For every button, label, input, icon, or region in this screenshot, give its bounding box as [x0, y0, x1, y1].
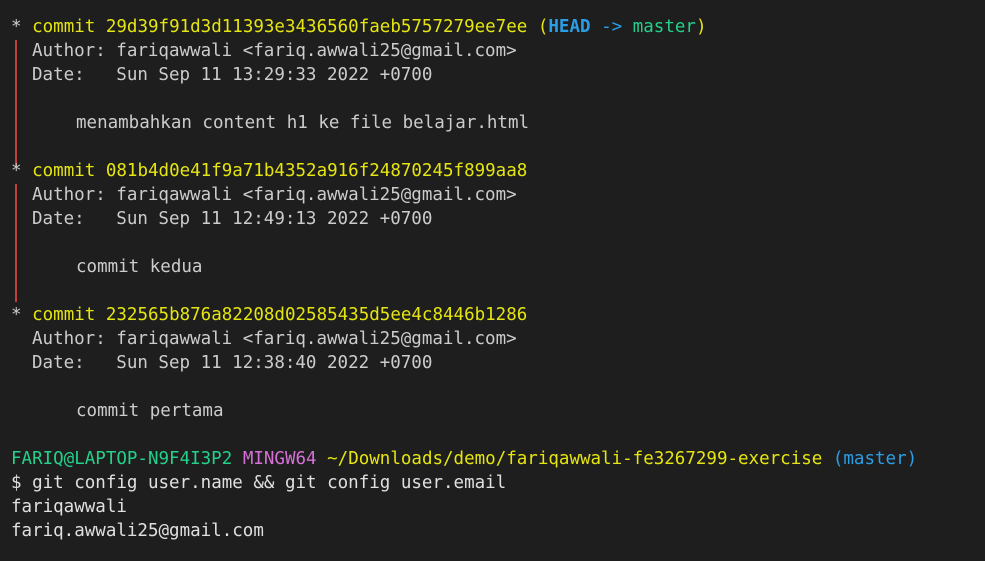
- commit-message: commit kedua: [76, 257, 203, 277]
- commit-author-line: Author: fariqawwali <fariq.awwali25@gmai…: [32, 41, 517, 61]
- commit-hash: 081b4d0e41f9a71b4352a916f24870245f899aa8: [105, 161, 528, 181]
- prompt-path: ~/Downloads/demo/fariqawwali-fe3267299-e…: [327, 449, 823, 469]
- commit-message: menambahkan content h1 ke file belajar.h…: [76, 113, 530, 133]
- commit-keyword: commit: [32, 305, 96, 325]
- branch-ref: master: [632, 17, 696, 37]
- head-ref: HEAD: [548, 17, 591, 37]
- commit-author-line: Author: fariqawwali <fariq.awwali25@gmai…: [32, 329, 517, 349]
- commit-author-line: Author: fariqawwali <fariq.awwali25@gmai…: [32, 185, 517, 205]
- ref-open-paren: (: [537, 17, 549, 37]
- command-line[interactable]: $ git config user.name && git config use…: [11, 471, 506, 495]
- commit-hash: 232565b876a82208d02585435d5ee4c8446b1286: [105, 305, 528, 325]
- graph-star: *: [11, 161, 22, 181]
- shell-prompt: FARIQ@LAPTOP-N9F4I3P2 MINGW64 ~/Download…: [11, 447, 917, 471]
- commit-header-line: * commit 29d39f91d3d11393e3436560faeb575…: [11, 15, 706, 39]
- commit-header-line: * commit 081b4d0e41f9a71b4352a916f248702…: [11, 159, 527, 183]
- command-output-line: fariqawwali: [11, 497, 127, 517]
- prompt-env: MINGW64: [242, 449, 317, 469]
- commit-date-line: Date: Sun Sep 11 12:49:13 2022 +0700: [32, 209, 433, 229]
- commit-date-line: Date: Sun Sep 11 13:29:33 2022 +0700: [32, 65, 433, 85]
- commit-keyword: commit: [32, 17, 96, 37]
- commit-header-line: * commit 232565b876a82208d02585435d5ee4c…: [11, 303, 527, 327]
- commit-keyword: commit: [32, 161, 96, 181]
- commit-message: commit pertama: [76, 401, 224, 421]
- command-text[interactable]: git config user.name && git config user.…: [32, 473, 506, 493]
- graph-star: *: [11, 305, 22, 325]
- prompt-user-host: FARIQ@LAPTOP-N9F4I3P2: [11, 449, 233, 469]
- graph-star: *: [11, 17, 22, 37]
- prompt-branch: (master): [832, 449, 918, 469]
- command-output-line: fariq.awwali25@gmail.com: [11, 521, 264, 541]
- head-arrow: ->: [601, 17, 623, 37]
- terminal-window[interactable]: * commit 29d39f91d3d11393e3436560faeb575…: [0, 0, 985, 561]
- ref-close-paren: ): [695, 17, 707, 37]
- prompt-symbol: $: [11, 473, 22, 493]
- commit-date-line: Date: Sun Sep 11 12:38:40 2022 +0700: [32, 353, 433, 373]
- commit-hash: 29d39f91d3d11393e3436560faeb5757279ee7ee: [105, 17, 528, 37]
